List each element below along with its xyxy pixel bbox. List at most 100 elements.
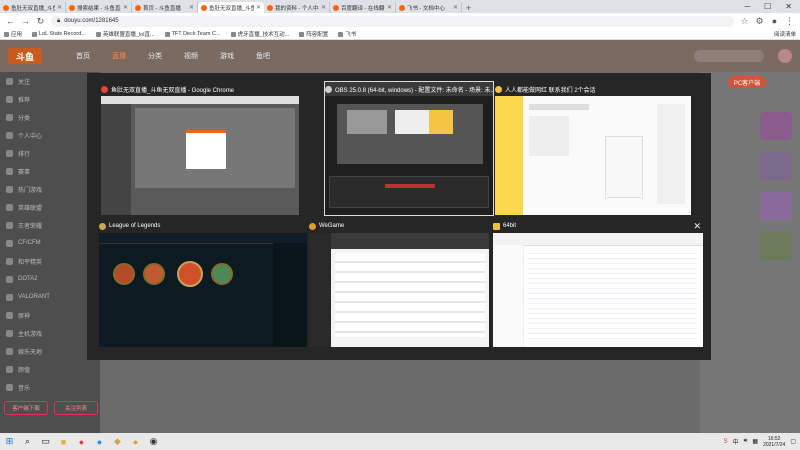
sidebar-item-label: 音乐	[18, 385, 31, 392]
tab-close-icon[interactable]: ✕	[387, 4, 392, 11]
sidebar-item[interactable]: VALORANT	[0, 288, 100, 306]
bookmark-item[interactable]: 虎牙直播_技术互动...	[230, 30, 289, 38]
notification-icon[interactable]: ▢	[790, 438, 796, 445]
task-view-icon[interactable]: ▭	[40, 436, 51, 447]
obs-icon[interactable]: ◉	[148, 436, 159, 447]
browser-tab[interactable]: 搜索结果 - 斗鱼直播✕	[66, 2, 132, 13]
forward-icon[interactable]: →	[21, 16, 30, 26]
close-icon[interactable]: ✕	[693, 221, 703, 232]
window-thumb-chrome[interactable]: 鱼肚无双直播_斗鱼无双直播 - Google Chrome	[101, 82, 299, 215]
input-method-label[interactable]: 中	[733, 437, 739, 446]
browser-tab[interactable]: 首页 - 斗鱼直播 ✕	[132, 2, 198, 13]
promo-badge[interactable]	[760, 192, 792, 220]
sidebar-item[interactable]: 赛事	[0, 162, 100, 180]
sidebar-item[interactable]: 颜值	[0, 360, 100, 378]
browser-tab[interactable]: 我的资料 - 个人中心✕	[264, 2, 330, 13]
tab-label: 首页 - 斗鱼直播	[143, 5, 181, 12]
window-thumb-wegame[interactable]: WeGame	[309, 219, 489, 347]
ime-icon[interactable]: S	[724, 439, 728, 445]
url-text: douyu.com/1281645	[64, 18, 119, 24]
site-sidebar: 关注 推荐 分类 个人中心 排行 赛事 热门游戏 英雄联盟 王者荣耀 CF/CFM 和平精英 DOTA…	[0, 72, 100, 433]
sidebar-item[interactable]: 分类	[0, 108, 100, 126]
avatar[interactable]	[778, 49, 792, 63]
tab-close-icon[interactable]: ✕	[57, 4, 62, 11]
network-icon[interactable]: ▦	[752, 438, 758, 445]
star-icon[interactable]: ☆	[740, 16, 749, 27]
site-logo[interactable]: 斗鱼	[8, 48, 42, 64]
sidebar-item[interactable]: 推荐	[0, 90, 100, 108]
tab-close-icon[interactable]: ✕	[453, 4, 458, 11]
promo-badge[interactable]	[760, 232, 792, 260]
system-tray: S 中 🔊︎ ▦ 16:52 2021/7/24 ▢	[724, 436, 796, 448]
tab-label: 搜索结果 - 斗鱼直播	[77, 5, 121, 12]
sidebar-item[interactable]: 主机游戏	[0, 324, 100, 342]
site-nav-item[interactable]: 视频	[184, 51, 198, 61]
tab-close-icon[interactable]: ✕	[123, 4, 128, 11]
sidebar-item[interactable]: 原神	[0, 306, 100, 324]
windows-start-icon[interactable]: ⊞	[4, 436, 15, 447]
maximize-icon[interactable]: ☐	[764, 2, 771, 11]
promo-badge[interactable]	[760, 112, 792, 140]
window-thumb-64bit[interactable]: 64bit ✕	[493, 219, 703, 347]
qq-icon[interactable]: ●	[94, 436, 105, 447]
tab-close-icon[interactable]: ✕	[321, 4, 326, 11]
browser-tab[interactable]: 飞书 - 文档中心 ✕	[396, 2, 462, 13]
reading-list-link[interactable]: 阅读清单	[774, 30, 796, 38]
follow-list-button[interactable]: 关注列表	[54, 401, 98, 415]
sidebar-item[interactable]: 个人中心	[0, 126, 100, 144]
sidebar-item[interactable]: 王者荣耀	[0, 216, 100, 234]
site-nav-item[interactable]: 游戏	[220, 51, 234, 61]
profile-icon[interactable]: ●	[770, 16, 779, 26]
browser-tab[interactable]: 鱼肚无双直播_斗鱼无双直播✕	[0, 2, 66, 13]
tab-close-icon[interactable]: ✕	[189, 4, 194, 11]
site-nav-item[interactable]: 鱼吧	[256, 51, 270, 61]
search-icon[interactable]: ⌕	[22, 436, 33, 447]
tab-close-icon[interactable]: ✕	[256, 4, 261, 11]
window-title: 人人都能做网红 联系我们 2个会话	[505, 87, 596, 94]
browser-tab[interactable]: 百度翻译 - 在线翻译✕	[330, 2, 396, 13]
wegame-icon[interactable]: ●	[130, 436, 141, 447]
extensions-icon[interactable]: ⚙	[755, 16, 764, 27]
browser-tab[interactable]: 鱼肚无双直播_斗鱼无双直播✕	[198, 2, 264, 13]
back-icon[interactable]: ←	[6, 16, 15, 26]
window-thumb-obs[interactable]: OBS 25.0.8 (64-bit, windows) - 配置文件: 未命名…	[324, 81, 494, 216]
sidebar-item[interactable]: 和平精英	[0, 252, 100, 270]
sidebar-item[interactable]: 英雄联盟	[0, 198, 100, 216]
bookmark-item[interactable]: LoL Stats Record...	[32, 30, 86, 38]
sidebar-item[interactable]: 关注	[0, 72, 100, 90]
bookmark-item[interactable]: 应用	[4, 30, 22, 38]
sidebar-item[interactable]: 热门游戏	[0, 180, 100, 198]
minimize-icon[interactable]: ─	[744, 2, 750, 11]
lock-icon: 🔒︎	[57, 17, 61, 24]
menu-icon[interactable]: ⋮	[785, 16, 794, 27]
league-icon[interactable]: ◆	[112, 436, 123, 447]
client-download-button[interactable]: 客户端下载	[4, 401, 48, 415]
promo-badge[interactable]	[760, 152, 792, 180]
sidebar-item[interactable]: 排行	[0, 144, 100, 162]
site-nav-item[interactable]: 分类	[148, 51, 162, 61]
bookmark-item[interactable]: 飞书	[338, 30, 356, 38]
close-icon[interactable]: ✕	[785, 2, 792, 11]
sidebar-item[interactable]: DOTA2	[0, 270, 100, 288]
reload-icon[interactable]: ↻	[36, 16, 45, 27]
chrome-icon[interactable]: ●	[76, 436, 87, 447]
sidebar-item[interactable]: CF/CFM	[0, 234, 100, 252]
site-nav-item[interactable]: 首页	[76, 51, 90, 61]
category-icon	[6, 329, 13, 337]
bookmark-item[interactable]: TFT Deck Team C...	[164, 30, 221, 38]
url-input[interactable]: 🔒︎ douyu.com/1281645	[51, 15, 734, 27]
clock[interactable]: 16:52 2021/7/24	[763, 436, 785, 448]
site-nav-item[interactable]: 直播	[112, 51, 126, 61]
pc-client-button[interactable]: PC客户端	[728, 76, 766, 88]
sidebar-item-label: 娱乐天地	[18, 349, 43, 356]
bookmark-item[interactable]: 英雄联盟直播_lol直...	[95, 30, 155, 38]
bookmark-item[interactable]: 阵容配置	[299, 30, 328, 38]
site-search-input[interactable]	[694, 50, 764, 62]
new-tab-button[interactable]: +	[462, 3, 475, 13]
volume-icon[interactable]: 🔊︎	[744, 438, 748, 445]
window-thumb-chat[interactable]: 人人都能做网红 联系我们 2个会话	[495, 82, 691, 215]
sidebar-item[interactable]: 音乐	[0, 378, 100, 396]
window-thumb-league[interactable]: League of Legends	[99, 219, 307, 347]
sidebar-item[interactable]: 娱乐天地	[0, 342, 100, 360]
folder-icon[interactable]: ■	[58, 436, 69, 447]
